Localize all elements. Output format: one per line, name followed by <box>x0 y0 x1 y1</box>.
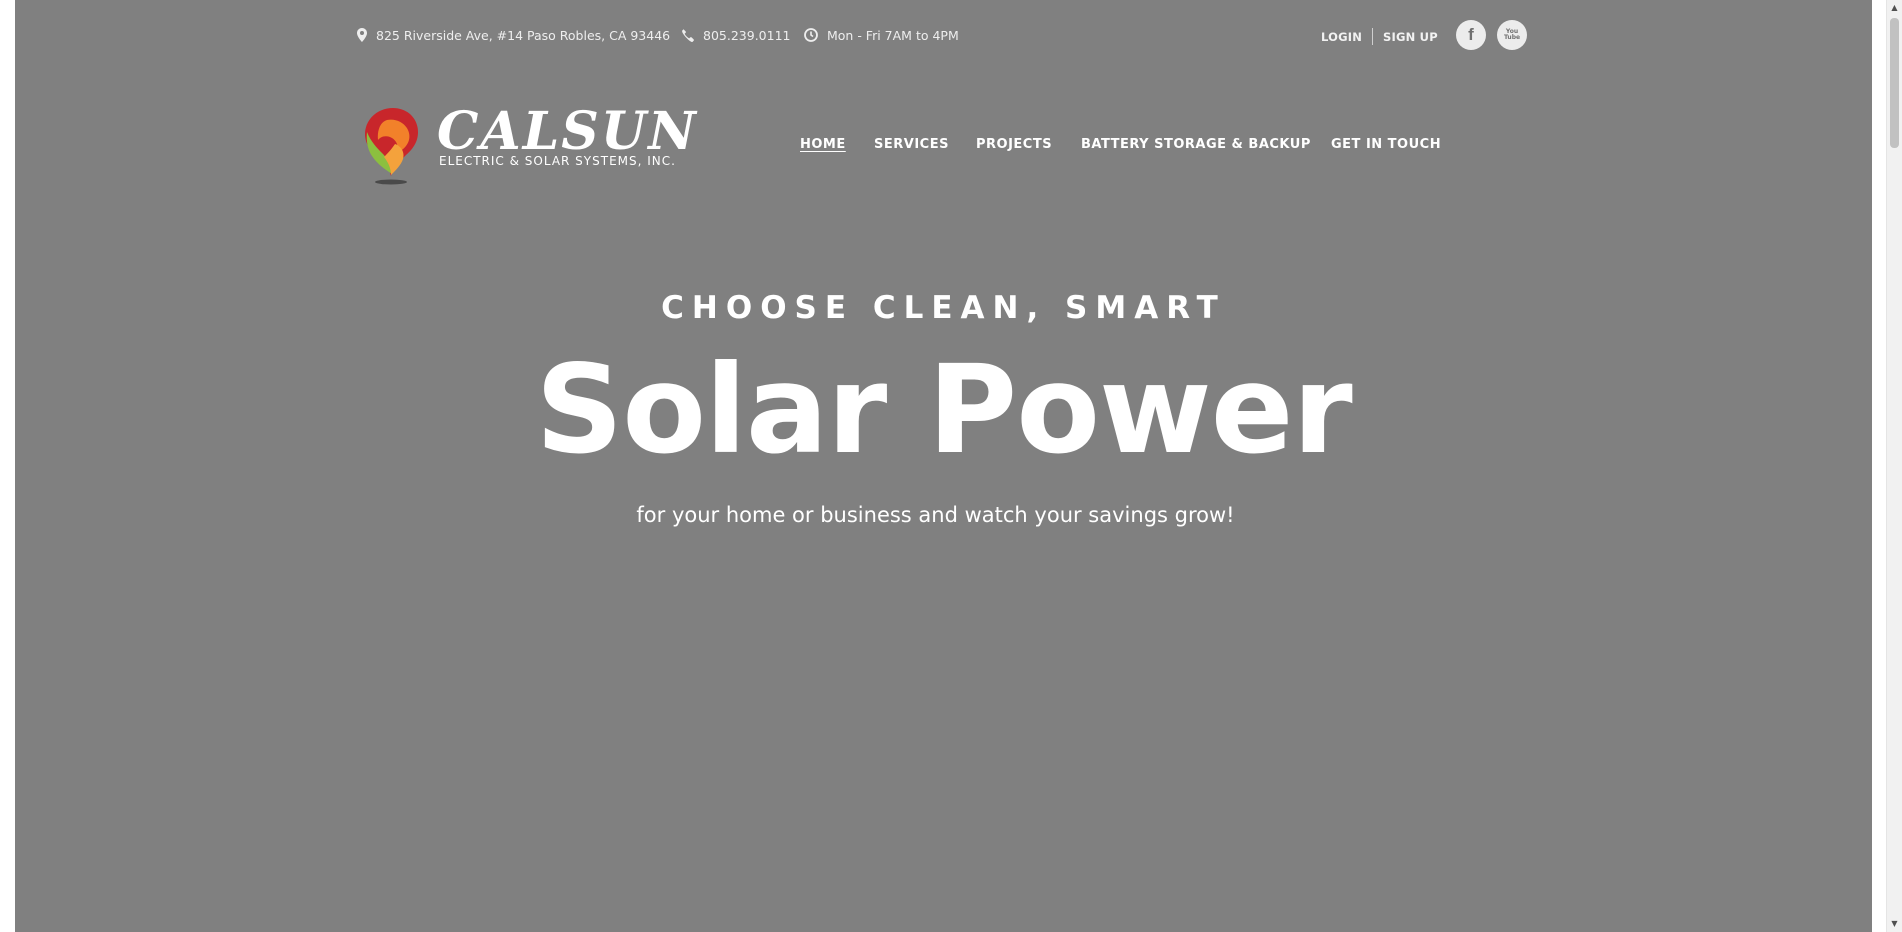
logo-wordmark: CALSUN <box>437 101 698 162</box>
scroll-up-arrow-icon[interactable]: ▲ <box>1887 0 1902 16</box>
hours-text: Mon - Fri 7AM to 4PM <box>827 27 959 43</box>
hero-subtitle: for your home or business and watch your… <box>636 503 1235 527</box>
login-link[interactable]: LOGIN <box>1321 30 1362 44</box>
clock-icon <box>804 28 818 42</box>
auth-links: LOGIN SIGN UP <box>1321 28 1438 45</box>
address-info: 825 Riverside Ave, #14 Paso Robles, CA 9… <box>357 25 670 45</box>
nav-battery-storage[interactable]: BATTERY STORAGE & BACKUP <box>1081 137 1311 152</box>
scrollbar-thumb[interactable] <box>1890 18 1899 148</box>
phone-info[interactable]: 805.239.0111 <box>681 25 790 45</box>
hours-info: Mon - Fri 7AM to 4PM <box>804 25 959 45</box>
nav-get-in-touch[interactable]: GET IN TOUCH <box>1331 137 1441 152</box>
phone-icon <box>682 28 694 42</box>
page-scrollbar[interactable]: ▲ ▼ <box>1886 0 1902 932</box>
nav-services[interactable]: SERVICES <box>874 137 949 152</box>
auth-divider <box>1372 28 1374 45</box>
calsun-logo[interactable]: CALSUN ELECTRIC & SOLAR SYSTEMS, INC. <box>357 104 696 188</box>
facebook-icon[interactable]: f <box>1456 20 1486 50</box>
page-left-gutter <box>0 0 15 932</box>
hero-title: Solar Power <box>535 339 1352 481</box>
hero-page: 825 Riverside Ave, #14 Paso Robles, CA 9… <box>15 0 1872 932</box>
address-text: 825 Riverside Ave, #14 Paso Robles, CA 9… <box>376 27 671 43</box>
logo-tagline: ELECTRIC & SOLAR SYSTEMS, INC. <box>439 154 676 168</box>
signup-link[interactable]: SIGN UP <box>1383 30 1438 44</box>
logo-emblem-icon <box>365 108 418 185</box>
hero-kicker: CHOOSE CLEAN, SMART <box>661 290 1226 326</box>
nav-home[interactable]: HOME <box>800 137 846 152</box>
map-pin-icon <box>357 28 367 42</box>
scroll-down-arrow-icon[interactable]: ▼ <box>1887 916 1902 932</box>
youtube-icon[interactable]: You Tube <box>1497 20 1527 50</box>
nav-projects[interactable]: PROJECTS <box>976 137 1052 152</box>
phone-text[interactable]: 805.239.0111 <box>703 28 790 43</box>
